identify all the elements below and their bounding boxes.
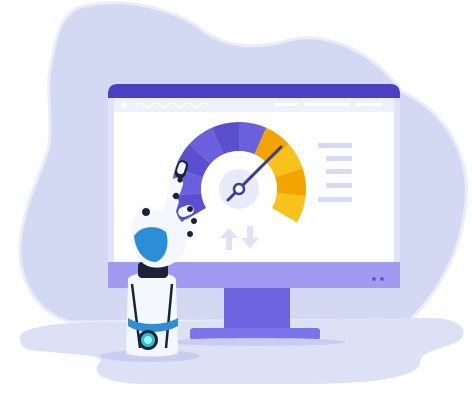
monitor-dot-1 <box>372 277 376 281</box>
header-line-2 <box>304 103 350 106</box>
header-line-1 <box>274 103 298 106</box>
monitor-dot-2 <box>380 277 384 281</box>
robot-speed-illustration <box>18 1 468 384</box>
screen-header <box>114 98 394 112</box>
stand-shadow <box>166 338 346 346</box>
gauge-needle-hub <box>232 182 246 196</box>
header-line-3 <box>356 103 382 106</box>
illustration-stage <box>0 0 472 396</box>
monitor-top-bar <box>108 84 400 98</box>
monitor-stand-neck <box>224 286 290 330</box>
window-dot-icon <box>121 102 127 108</box>
